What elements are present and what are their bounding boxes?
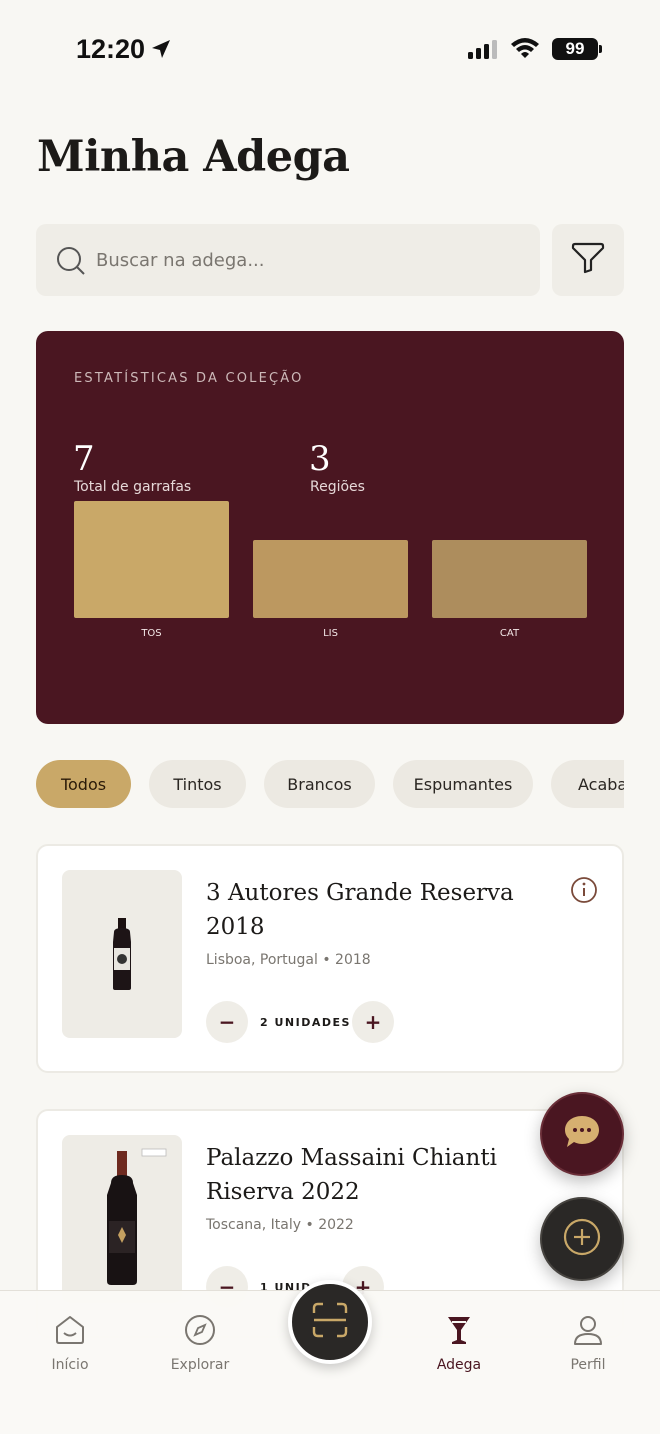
wine-card[interactable]: 3 Autores Grande Reserva 2018 Lisboa, Po… (36, 844, 624, 1073)
wine-bottle-image (62, 1135, 182, 1303)
wine-name: 3 Autores Grande Reserva 2018 (206, 880, 514, 940)
decrease-quantity-button[interactable]: − (206, 1001, 248, 1043)
wine-glass-icon (442, 1317, 476, 1351)
status-time: 12:20 (76, 34, 146, 64)
cellular-signal-icon (468, 40, 497, 59)
increase-quantity-button[interactable]: + (352, 1001, 394, 1043)
wine-bottle-image (62, 870, 182, 1038)
regions-label: Regiões (310, 479, 365, 495)
home-icon (53, 1316, 87, 1351)
category-filter-chips: Todos Tintos Brancos Espumantes Acabados (36, 760, 624, 808)
regions-value: 3 (309, 439, 331, 479)
chart-bar-tos (74, 501, 229, 618)
add-wine-button[interactable] (540, 1197, 624, 1281)
compass-icon (183, 1315, 217, 1351)
search-input[interactable] (96, 242, 516, 278)
status-bar: 12:20 99 (0, 0, 660, 100)
search-bar[interactable] (36, 224, 540, 296)
chart-bar-label: LIS (323, 628, 338, 639)
nav-label: Adega (436, 1357, 482, 1373)
stats-title: ESTATÍSTICAS DA COLEÇÃO (74, 371, 304, 386)
wine-origin: Toscana, Italy • 2022 (206, 1217, 354, 1233)
filter-button[interactable] (552, 224, 624, 296)
nav-item-inicio[interactable]: Início (20, 1313, 120, 1373)
wifi-icon (510, 36, 540, 62)
user-icon (571, 1316, 605, 1351)
chip-todos[interactable]: Todos (36, 760, 131, 808)
nav-label: Explorar (170, 1357, 230, 1373)
nav-item-adega[interactable]: Adega (409, 1313, 509, 1373)
page-title: Minha Adega (37, 132, 350, 182)
nav-item-explorar[interactable]: Explorar (150, 1313, 250, 1373)
chip-brancos[interactable]: Brancos (264, 760, 375, 808)
plus-circle-icon (562, 1217, 602, 1261)
chat-bubble-icon (563, 1114, 601, 1154)
battery-indicator: 99 (552, 38, 602, 60)
scan-icon (310, 1300, 350, 1344)
chip-espumantes[interactable]: Espumantes (393, 760, 533, 808)
search-icon (56, 246, 86, 280)
funnel-icon (570, 241, 606, 279)
chip-tintos[interactable]: Tintos (149, 760, 246, 808)
nav-label: Início (51, 1357, 89, 1373)
wine-origin: Lisboa, Portugal • 2018 (206, 952, 371, 968)
chip-acabados[interactable]: Acabados (551, 760, 624, 808)
chart-bar-lis (253, 540, 408, 618)
quantity-label: 2 UNIDADES (260, 1016, 351, 1029)
total-bottles-label: Total de garrafas (74, 479, 192, 495)
nav-item-perfil[interactable]: Perfil (538, 1313, 638, 1373)
chart-bar-label: TOS (141, 628, 162, 639)
chat-button[interactable] (540, 1092, 624, 1176)
nav-label: Perfil (570, 1357, 606, 1373)
collection-stats-card: ESTATÍSTICAS DA COLEÇÃO 7 Total de garra… (36, 331, 624, 724)
wine-name: Palazzo Massaini Chianti Riserva 2022 (206, 1145, 497, 1205)
info-icon[interactable] (570, 876, 598, 908)
scan-label-button[interactable] (288, 1280, 372, 1364)
total-bottles-value: 7 (73, 439, 95, 479)
location-arrow-icon (150, 38, 172, 64)
chart-bar-label: CAT (499, 628, 520, 639)
chart-bar-cat (432, 540, 587, 618)
